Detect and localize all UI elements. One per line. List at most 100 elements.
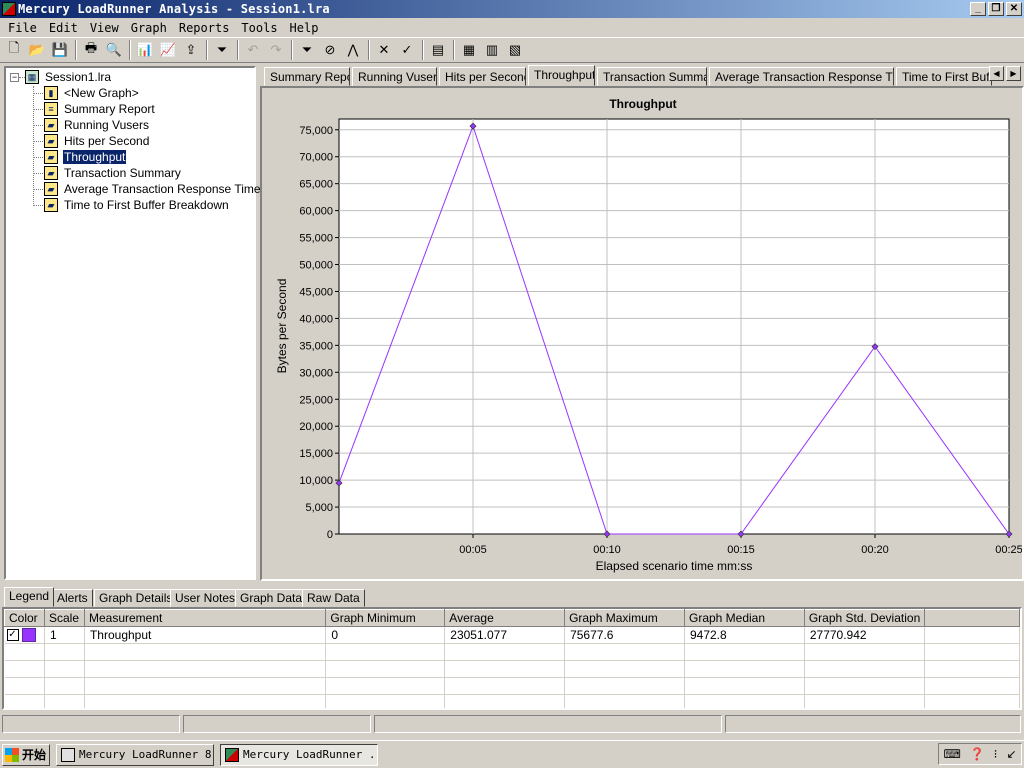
tree-item-avg-transaction-response-time[interactable]: ▰ Average Transaction Response Time bbox=[44, 181, 262, 197]
x-tick-label: 00:25 bbox=[995, 544, 1022, 556]
print-preview-icon[interactable]: 🔍 bbox=[103, 39, 125, 61]
col-graph-minimum[interactable]: Graph Minimum bbox=[325, 609, 446, 627]
col-measurement[interactable]: Measurement bbox=[83, 609, 327, 627]
y-tick-label: 65,000 bbox=[299, 179, 333, 191]
table-row bbox=[4, 660, 1020, 678]
bottom-tabs: Legend Alerts Graph Details User Notes G… bbox=[2, 587, 1022, 607]
y-tick-label: 60,000 bbox=[299, 206, 333, 218]
tab-graph-data[interactable]: Graph Data bbox=[235, 589, 308, 607]
col-graph-median[interactable]: Graph Median bbox=[683, 609, 805, 627]
merge-graphs-icon[interactable]: ⋀ bbox=[342, 39, 364, 61]
y-tick-label: 50,000 bbox=[299, 260, 333, 272]
word-report-icon[interactable]: ▥ bbox=[481, 39, 503, 61]
tab-running-vusers[interactable]: Running Vusers bbox=[352, 67, 437, 86]
tab-scroll-left-icon[interactable]: ◀ bbox=[989, 66, 1004, 81]
correlate-icon[interactable]: ✕ bbox=[373, 39, 395, 61]
restore-button[interactable]: ❐ bbox=[988, 2, 1004, 16]
y-tick-label: 25,000 bbox=[299, 394, 333, 406]
report-icon: ≡ bbox=[44, 102, 58, 116]
graph-icon: ▰ bbox=[44, 134, 58, 148]
tab-graph-details[interactable]: Graph Details bbox=[94, 589, 178, 607]
col-graph-maximum[interactable]: Graph Maximum bbox=[564, 609, 685, 627]
graph-icon: ▰ bbox=[44, 182, 58, 196]
clear-filter-icon[interactable]: ⊘ bbox=[319, 39, 341, 61]
tab-scroll-right-icon[interactable]: ▶ bbox=[1006, 66, 1021, 81]
menu-graph[interactable]: Graph bbox=[125, 21, 173, 35]
col-scale[interactable]: Scale bbox=[43, 609, 85, 627]
series-color-swatch[interactable] bbox=[21, 628, 36, 643]
keyboard-icon[interactable]: ⌨ bbox=[943, 747, 960, 761]
export-icon[interactable]: ⇪ bbox=[180, 39, 202, 61]
redo-icon[interactable]: ↷ bbox=[265, 39, 287, 61]
new-icon[interactable]: 🗋 bbox=[3, 39, 25, 61]
x-tick-label: 00:10 bbox=[593, 544, 621, 556]
tree-item-new-graph[interactable]: ▮ <New Graph> bbox=[44, 85, 140, 101]
tree-item-summary-report[interactable]: ≡ Summary Report bbox=[44, 101, 156, 117]
col-color[interactable]: Color bbox=[4, 609, 45, 627]
start-button[interactable]: 开始 bbox=[2, 743, 50, 766]
tree-item-running-vusers[interactable]: ▰ Running Vusers bbox=[44, 117, 150, 133]
x-tick-label: 00:15 bbox=[727, 544, 755, 556]
minimize-button[interactable]: _ bbox=[970, 2, 986, 16]
menu-edit[interactable]: Edit bbox=[43, 21, 84, 35]
network-icon[interactable]: ↙ bbox=[1006, 747, 1016, 761]
tree-item-transaction-summary[interactable]: ▰ Transaction Summary bbox=[44, 165, 182, 181]
input-method-icon[interactable]: ⁝ bbox=[994, 747, 998, 761]
tree-item-throughput[interactable]: ▰ Throughput bbox=[44, 149, 128, 165]
tree-root-session[interactable]: ▦ Session1.lra bbox=[25, 69, 112, 85]
color-cell: ✓ bbox=[4, 626, 45, 644]
save-icon[interactable]: 💾 bbox=[49, 39, 71, 61]
tab-throughput[interactable]: Throughput bbox=[528, 65, 595, 86]
open-icon[interactable]: 📂 bbox=[26, 39, 48, 61]
close-button[interactable]: ✕ bbox=[1006, 2, 1022, 16]
taskbar-item-loadrunner[interactable]: Mercury LoadRunner 8.1 bbox=[56, 743, 214, 766]
tab-user-notes[interactable]: User Notes bbox=[170, 589, 241, 607]
auto-correlate-icon[interactable]: ✓ bbox=[396, 39, 418, 61]
menu-view[interactable]: View bbox=[84, 21, 125, 35]
new-graph-icon: ▮ bbox=[44, 86, 58, 100]
undo-icon[interactable]: ↶ bbox=[242, 39, 264, 61]
y-tick-label: 45,000 bbox=[299, 286, 333, 298]
taskbar-item-loadrunner-analysis[interactable]: Mercury LoadRunner ... bbox=[220, 743, 378, 766]
tab-summary-report[interactable]: Summary Report bbox=[264, 67, 350, 86]
menu-reports[interactable]: Reports bbox=[173, 21, 236, 35]
tab-alerts[interactable]: Alerts bbox=[52, 589, 93, 607]
tree-root-label: Session1.lra bbox=[45, 70, 112, 84]
menu-help[interactable]: Help bbox=[284, 21, 325, 35]
menu-tools[interactable]: Tools bbox=[235, 21, 283, 35]
legend-header-row: Color Scale Measurement Graph Minimum Av… bbox=[4, 609, 1020, 627]
throughput-chart[interactable]: Throughput 0 5,000 10,000 15,000 20,000 25,00… bbox=[262, 88, 1022, 579]
tab-average-transaction-response-time[interactable]: Average Transaction Response Time bbox=[709, 67, 894, 86]
tree-item-time-to-first-buffer[interactable]: ▰ Time to First Buffer Breakdown bbox=[44, 197, 230, 213]
y-tick-label: 20,000 bbox=[299, 421, 333, 433]
graph-icon[interactable]: 📈 bbox=[157, 39, 179, 61]
tab-legend[interactable]: Legend bbox=[4, 587, 55, 607]
y-tick-label: 5,000 bbox=[305, 502, 333, 514]
graph-icon: ▰ bbox=[44, 150, 58, 164]
tab-hits-per-second[interactable]: Hits per Second bbox=[439, 67, 526, 86]
set-filter-icon[interactable]: ⏷ bbox=[296, 39, 318, 61]
x-axis-label: Elapsed scenario time mm:ss bbox=[596, 559, 753, 573]
tree-item-hits-per-second[interactable]: ▰ Hits per Second bbox=[44, 133, 150, 149]
window-title: Mercury LoadRunner Analysis - Session1.l… bbox=[18, 2, 330, 16]
x-tick-label: 00:05 bbox=[459, 544, 487, 556]
crystal-report-icon[interactable]: ▧ bbox=[504, 39, 526, 61]
collapse-toggle[interactable]: − bbox=[10, 73, 19, 82]
col-graph-std-deviation[interactable]: Graph Std. Deviation bbox=[803, 609, 926, 627]
series-visible-checkbox[interactable]: ✓ bbox=[6, 629, 19, 642]
report-icon[interactable]: ▤ bbox=[427, 39, 449, 61]
filter-icon[interactable]: ⏷ bbox=[211, 39, 233, 61]
tab-transaction-summary[interactable]: Transaction Summary bbox=[597, 67, 707, 86]
add-graph-icon[interactable]: 📊 bbox=[134, 39, 156, 61]
y-tick-label: 0 bbox=[327, 529, 333, 541]
tab-raw-data[interactable]: Raw Data bbox=[302, 589, 365, 607]
session-tree[interactable]: − ▦ Session1.lra ▮ <New Graph> ≡ Summary… bbox=[4, 66, 261, 580]
help-icon[interactable]: ❓ bbox=[970, 747, 985, 761]
tab-time-to-first-buffer[interactable]: Time to First Buffer bbox=[896, 67, 992, 86]
table-row[interactable]: ✓ 1 Throughput 0 23051.077 75677.6 9472.… bbox=[4, 626, 1020, 644]
col-average[interactable]: Average bbox=[444, 609, 566, 627]
print-icon[interactable]: 🖶 bbox=[80, 39, 102, 61]
menu-file[interactable]: File bbox=[2, 21, 43, 35]
html-report-icon[interactable]: ▦ bbox=[458, 39, 480, 61]
title-bar[interactable]: Mercury LoadRunner Analysis - Session1.l… bbox=[0, 0, 1024, 18]
